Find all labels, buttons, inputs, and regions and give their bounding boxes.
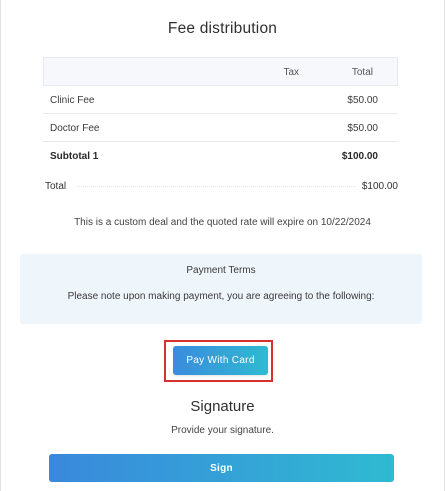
row-label: Doctor Fee	[50, 123, 100, 134]
fee-distribution-title: Fee distribution	[167, 20, 278, 37]
table-row-clinic-fee: Clinic Fee $50.00	[43, 86, 398, 114]
table-row-subtotal: Subtotal 1 $100.00	[43, 142, 398, 170]
grand-total-line: Total $100.00	[43, 181, 398, 193]
quote-expiry-note: This is a custom deal and the quoted rat…	[74, 217, 371, 228]
payment-terms-title: Payment Terms	[186, 265, 256, 276]
table-row-doctor-fee: Doctor Fee $50.00	[43, 114, 398, 142]
row-amount: $100.00	[341, 151, 378, 162]
pay-with-card-button[interactable]: Pay With Card	[173, 346, 268, 375]
grand-total-value: $100.00	[361, 181, 398, 192]
fee-table: Tax Total Clinic Fee $50.00 Doctor Fee $…	[43, 57, 398, 170]
row-label: Subtotal 1	[50, 151, 99, 162]
grand-total-label: Total	[45, 181, 67, 192]
column-header-tax: Tax	[283, 67, 299, 78]
row-amount: $50.00	[347, 123, 378, 134]
payment-terms-box: Payment Terms Please note upon making pa…	[20, 254, 422, 324]
row-amount: $50.00	[347, 95, 378, 106]
signature-title: Signature	[190, 398, 255, 415]
total-divider	[77, 186, 356, 187]
fee-table-header: Tax Total	[43, 57, 398, 86]
row-label: Clinic Fee	[50, 95, 95, 106]
payment-terms-text: Please note upon making payment, you are…	[67, 291, 375, 302]
column-header-total: Total	[351, 67, 373, 78]
sign-button[interactable]: Sign	[49, 454, 394, 482]
signature-subtitle: Provide your signature.	[171, 425, 274, 436]
